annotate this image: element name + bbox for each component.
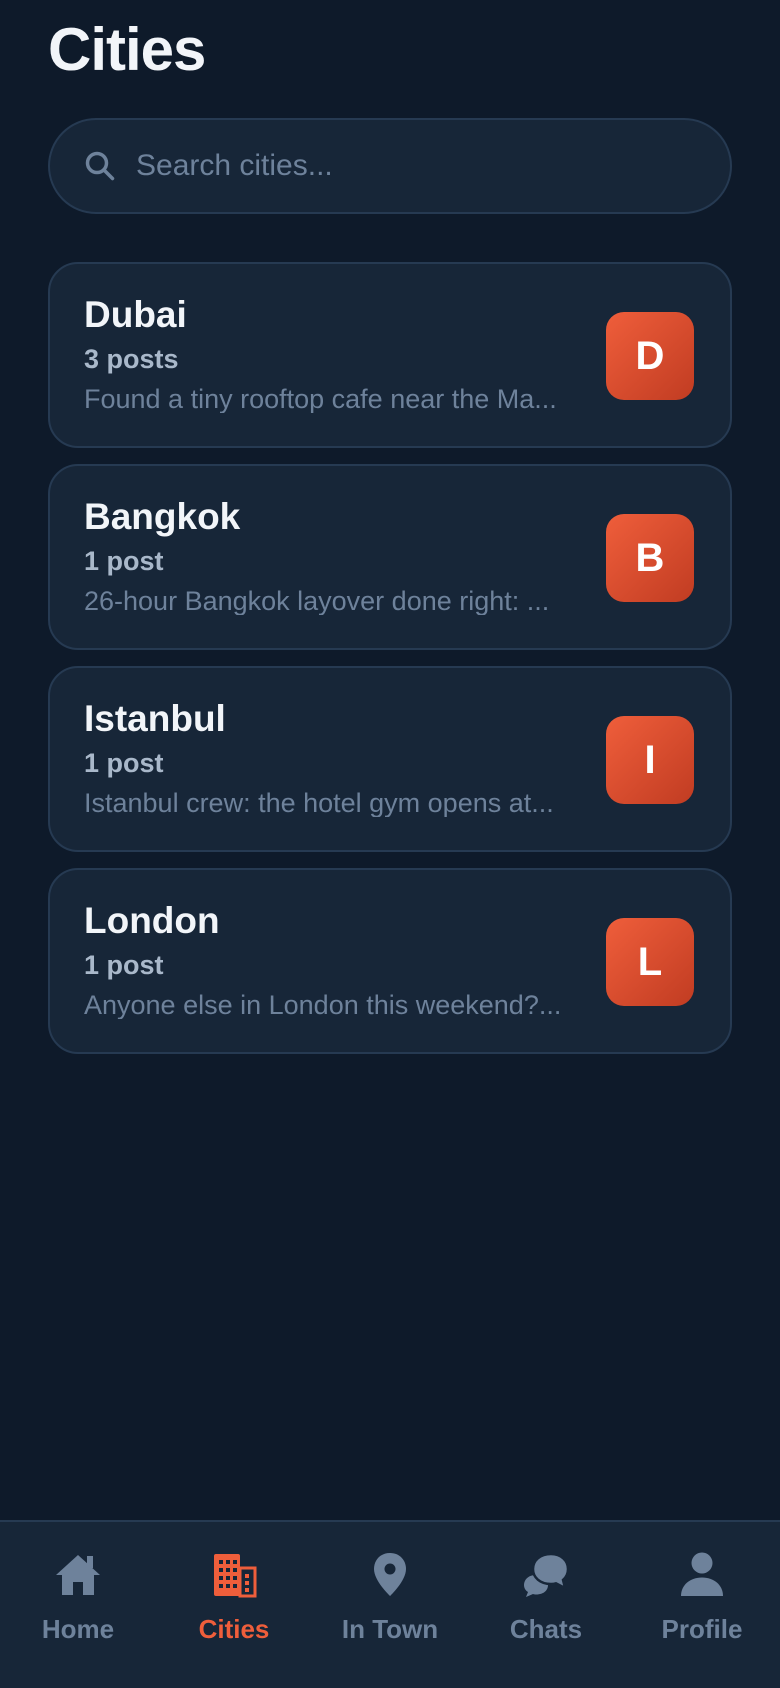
nav-item-profile[interactable]: Profile: [624, 1550, 780, 1660]
search-input[interactable]: [134, 148, 730, 184]
city-card-bangkok[interactable]: Bangkok 1 post 26-hour Bangkok layover d…: [48, 464, 732, 650]
nav-label: Profile: [661, 1614, 743, 1644]
home-icon: [56, 1555, 100, 1595]
bottom-nav: Home Cities In Town Chats Profile: [0, 1520, 780, 1688]
post-preview: Istanbul crew: the hotel gym opens at...: [84, 790, 554, 817]
city-name: Dubai: [84, 294, 187, 335]
map-pin-icon: [374, 1553, 406, 1596]
nav-label: Home: [41, 1614, 115, 1644]
city-card-dubai[interactable]: Dubai 3 posts Found a tiny rooftop cafe …: [48, 262, 732, 448]
city-name: Istanbul: [84, 698, 226, 739]
post-count: 1 post: [84, 546, 164, 576]
post-preview: 26-hour Bangkok layover done right: ...: [84, 588, 550, 615]
city-name: London: [84, 900, 220, 941]
post-count: 3 posts: [84, 344, 179, 374]
post-preview: Anyone else in London this weekend?...: [84, 992, 562, 1019]
post-preview: Found a tiny rooftop cafe near the Ma...: [84, 386, 557, 413]
city-card-london[interactable]: London 1 post Anyone else in London this…: [48, 868, 732, 1054]
post-count: 1 post: [84, 748, 164, 778]
city-list: Dubai 3 posts Found a tiny rooftop cafe …: [48, 262, 732, 1070]
city-icon: [214, 1554, 257, 1598]
nav-label: Cities: [198, 1614, 270, 1644]
city-card-istanbul[interactable]: Istanbul 1 post Istanbul crew: the hotel…: [48, 666, 732, 852]
chat-icon: [524, 1552, 570, 1597]
nav-label: Chats: [509, 1614, 583, 1644]
nav-item-home[interactable]: Home: [0, 1550, 156, 1660]
city-initial-badge: D: [606, 312, 694, 400]
city-initial-badge: B: [606, 514, 694, 602]
search-bar[interactable]: [48, 118, 732, 214]
city-initial-badge: I: [606, 716, 694, 804]
city-name: Bangkok: [84, 496, 241, 537]
search-icon: [85, 151, 115, 181]
nav-label: In Town: [341, 1614, 439, 1644]
nav-item-cities[interactable]: Cities: [156, 1550, 312, 1660]
post-count: 1 post: [84, 950, 164, 980]
nav-item-in-town[interactable]: In Town: [312, 1550, 468, 1660]
nav-item-chats[interactable]: Chats: [468, 1550, 624, 1660]
page-title: Cities: [48, 16, 206, 83]
city-initial-badge: L: [606, 918, 694, 1006]
person-icon: [681, 1552, 723, 1596]
